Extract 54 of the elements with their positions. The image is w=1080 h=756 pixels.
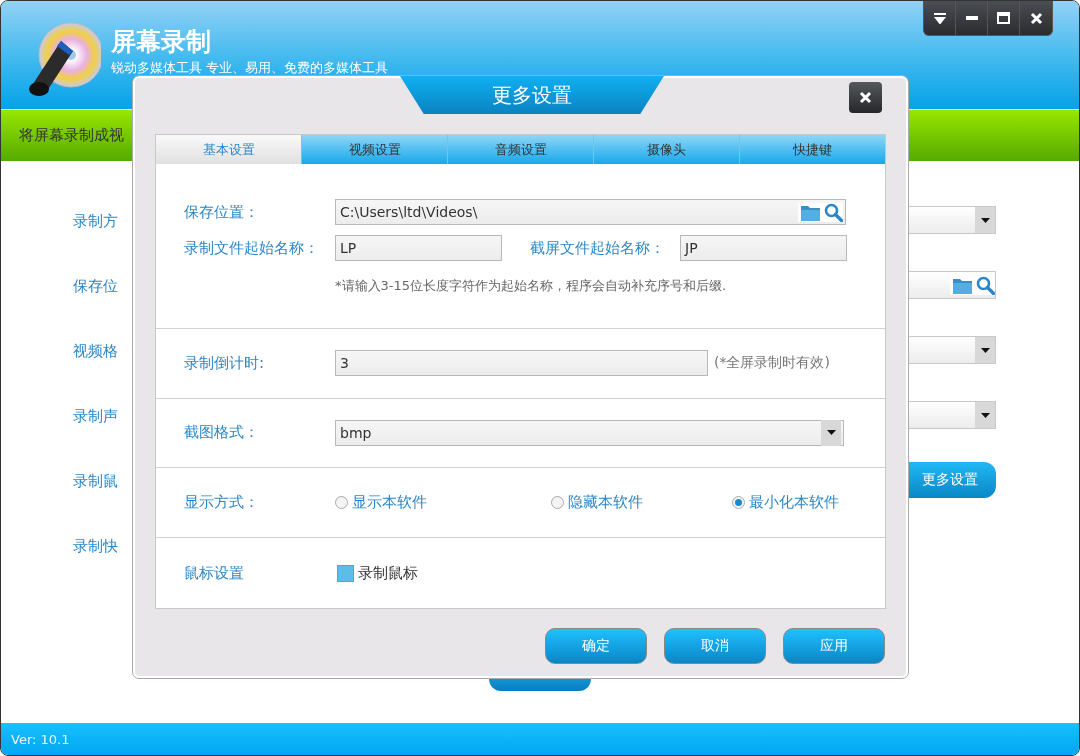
search-icon bbox=[824, 202, 843, 222]
input-field[interactable]: JP bbox=[680, 235, 847, 261]
tab[interactable]: 快捷键 bbox=[740, 135, 885, 164]
field-label: 截图格式： bbox=[184, 423, 260, 443]
app-subtitle: 锐动多媒体工具 专业、易用、免费的多媒体工具 bbox=[111, 60, 389, 76]
option-label: 隐藏本软件 bbox=[568, 493, 643, 513]
option-label: 显示本软件 bbox=[352, 493, 427, 513]
setting-label: 保存位 bbox=[73, 277, 118, 296]
setting-label: 录制方 bbox=[73, 212, 118, 231]
dropdown[interactable]: bmp bbox=[335, 419, 844, 446]
path-field[interactable]: C:\Users\ltd\Videos\ bbox=[335, 199, 846, 225]
menu-button[interactable] bbox=[924, 1, 956, 35]
field-label: 截屏文件起始名称： bbox=[530, 238, 666, 258]
checkbox-option[interactable]: 录制鼠标 bbox=[337, 563, 418, 583]
hint-text: *请输入3-15位长度字符作为起始名称，程序会自动补充序号和后缀. bbox=[335, 277, 728, 295]
caret-icon bbox=[980, 412, 990, 418]
setting-label: 录制快 bbox=[73, 537, 118, 556]
app-title: 屏幕录制 bbox=[111, 26, 212, 58]
radio-option[interactable]: 显示本软件 bbox=[335, 493, 551, 513]
radio-option[interactable]: 隐藏本软件 bbox=[551, 493, 732, 513]
option-label: 最小化本软件 bbox=[749, 493, 839, 513]
close-icon bbox=[859, 91, 872, 104]
close-button[interactable] bbox=[1020, 1, 1052, 35]
version-text: Ver: 10.1 bbox=[11, 731, 70, 747]
dropdown-menu-icon bbox=[932, 12, 947, 24]
tab[interactable]: 基本设置 bbox=[156, 135, 302, 164]
setting-label: 录制声 bbox=[73, 407, 118, 426]
input-field[interactable]: LP bbox=[335, 235, 502, 261]
maximize-button[interactable] bbox=[988, 1, 1020, 35]
tab[interactable]: 视频设置 bbox=[302, 135, 448, 164]
caret-icon bbox=[826, 430, 836, 436]
field-label: 显示方式： bbox=[184, 493, 260, 513]
setting-label: 录制鼠 bbox=[73, 472, 118, 491]
maximize-icon bbox=[997, 12, 1010, 24]
caret-icon bbox=[980, 347, 990, 353]
close-icon bbox=[1029, 11, 1043, 25]
folder-icon bbox=[801, 203, 820, 221]
field-label: 保存位置： bbox=[184, 202, 260, 222]
minimize-button[interactable] bbox=[956, 1, 988, 35]
input-field[interactable]: 3 bbox=[335, 350, 708, 377]
field-label: 鼠标设置 bbox=[184, 563, 245, 583]
field-label: 录制倒计时: bbox=[184, 353, 266, 373]
caret-icon bbox=[980, 217, 990, 223]
setting-label: 视频格 bbox=[73, 342, 118, 361]
folder-icon bbox=[953, 276, 972, 294]
tab[interactable]: 摄像头 bbox=[594, 135, 740, 164]
option-label: 录制鼠标 bbox=[358, 563, 418, 583]
search-icon bbox=[976, 275, 995, 295]
banner-text: 将屏幕录制成视 bbox=[19, 126, 124, 145]
dialog-title: 更多设置 bbox=[400, 76, 664, 114]
tab[interactable]: 音频设置 bbox=[448, 135, 594, 164]
note-text: (*全屏录制时有效) bbox=[714, 354, 830, 373]
close-button[interactable] bbox=[849, 82, 882, 113]
field-label: 录制文件起始名称： bbox=[184, 238, 320, 258]
